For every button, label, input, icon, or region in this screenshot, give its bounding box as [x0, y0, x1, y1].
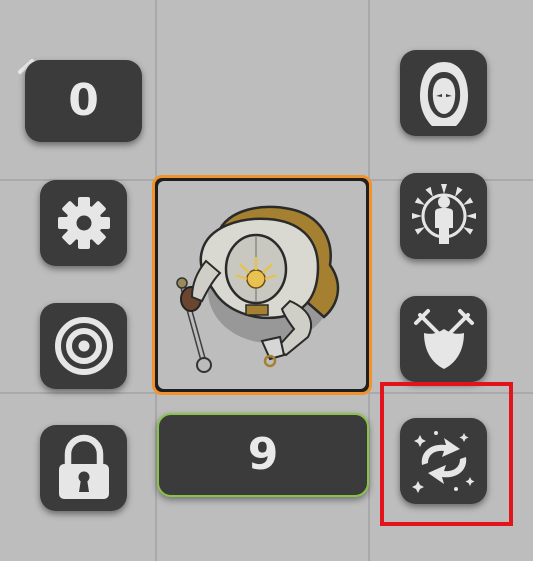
combat-button[interactable]	[400, 296, 487, 382]
hit-points-value: 9	[247, 429, 279, 480]
counter-value: 0	[68, 75, 99, 126]
knight-token-portrait	[176, 205, 340, 373]
gear-icon	[57, 197, 110, 249]
aura-button[interactable]	[400, 173, 487, 259]
hit-points-display[interactable]: 9	[157, 413, 369, 497]
settings-button[interactable]	[40, 180, 127, 266]
radiant-figure-icon	[411, 184, 476, 244]
hooded-figure-icon	[419, 62, 468, 126]
highlight-box	[380, 382, 513, 526]
character-token[interactable]	[152, 175, 372, 395]
target-button[interactable]	[40, 303, 127, 389]
lock-icon	[58, 434, 109, 499]
target-icon	[54, 317, 113, 375]
counter-display[interactable]: 0	[25, 60, 142, 142]
stealth-button[interactable]	[400, 50, 487, 136]
crossed-swords-shield-icon	[413, 309, 474, 369]
lock-button[interactable]	[40, 425, 127, 511]
